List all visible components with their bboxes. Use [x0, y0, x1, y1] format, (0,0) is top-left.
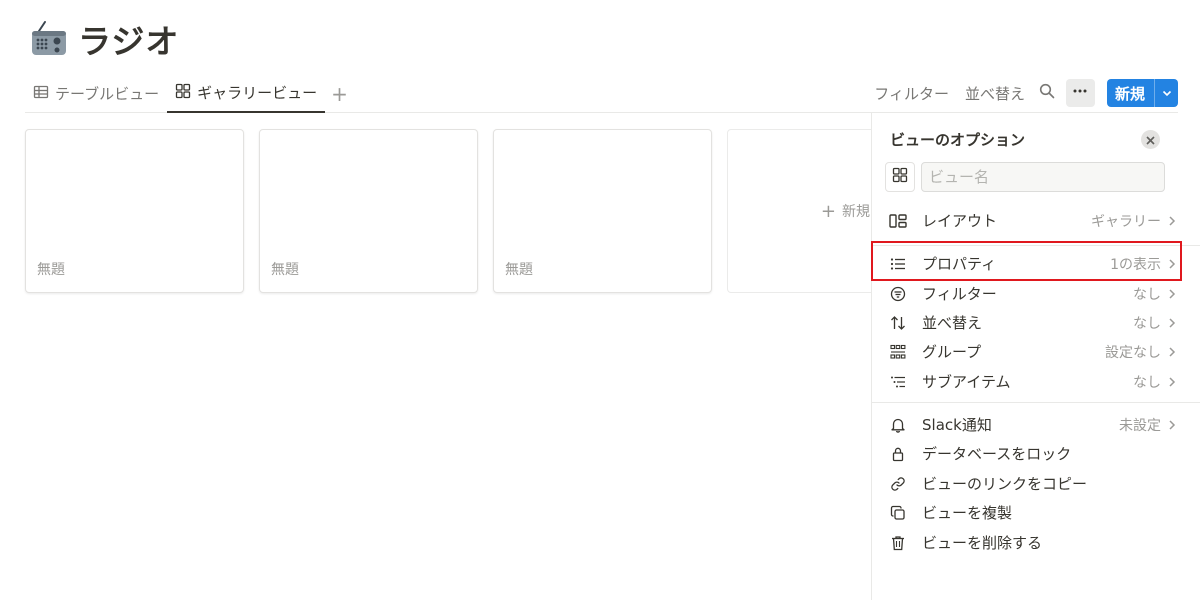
option-label: レイアウト: [922, 212, 998, 230]
option-label: 並べ替え: [922, 314, 983, 332]
card-title: 無題: [271, 262, 299, 278]
trash-icon: [887, 532, 909, 554]
option-group[interactable]: グループ 設定なし: [885, 337, 1177, 366]
filter-button[interactable]: フィルター: [867, 79, 956, 107]
option-value: なし: [1133, 315, 1161, 332]
gallery: 無題 無題 無題 + 新規: [25, 129, 887, 293]
tab-label: ギャラリービュー: [197, 84, 318, 102]
plus-icon: +: [820, 200, 836, 222]
option-filter[interactable]: フィルター なし: [885, 279, 1177, 308]
group-icon: [887, 341, 909, 363]
gallery-icon: [892, 167, 908, 187]
option-value: 未設定: [1119, 417, 1161, 434]
view-bar: テーブルビュー ギャラリービュー + フィルター 並べ替え 新規: [25, 74, 1178, 113]
search-icon: [1039, 83, 1055, 103]
gallery-card[interactable]: 無題: [493, 129, 712, 293]
filter-icon: [887, 283, 909, 305]
lock-database-button[interactable]: データベースをロック: [885, 439, 1177, 468]
option-label: データベースをロック: [922, 445, 1072, 463]
chevron-right-icon: [1167, 346, 1177, 358]
sort-icon: [887, 312, 909, 334]
option-sort[interactable]: 並べ替え なし: [885, 308, 1177, 337]
chevron-right-icon: [1167, 215, 1177, 227]
option-label: ビューを削除する: [922, 534, 1043, 552]
chevron-right-icon: [1167, 258, 1177, 270]
subitem-icon: [887, 371, 909, 393]
duplicate-icon: [887, 502, 909, 524]
tab-gallery-view[interactable]: ギャラリービュー: [167, 74, 326, 113]
sort-button[interactable]: 並べ替え: [958, 79, 1032, 107]
tab-label: テーブルビュー: [55, 85, 160, 103]
duplicate-view-button[interactable]: ビューを複製: [885, 498, 1177, 527]
new-button-group: 新規: [1106, 79, 1178, 107]
link-icon: [887, 473, 909, 495]
page-title: ラジオ: [78, 22, 180, 61]
option-value: 設定なし: [1105, 344, 1161, 361]
option-slack-notification[interactable]: Slack通知 未設定: [885, 410, 1177, 439]
chevron-right-icon: [1167, 317, 1177, 329]
view-actions: フィルター 並べ替え 新規: [867, 78, 1178, 108]
bell-icon: [887, 414, 909, 436]
gallery-card[interactable]: 無題: [259, 129, 478, 293]
table-icon: [33, 84, 49, 104]
option-label: ビューを複製: [922, 504, 1013, 522]
card-title: 無題: [37, 262, 65, 278]
option-label: サブアイテム: [922, 373, 1011, 391]
chevron-down-icon: [1161, 84, 1173, 103]
search-button[interactable]: [1034, 79, 1060, 107]
copy-view-link-button[interactable]: ビューのリンクをコピー: [885, 469, 1177, 498]
option-label: グループ: [922, 343, 982, 361]
radio-icon[interactable]: [28, 18, 70, 60]
chevron-right-icon: [1167, 288, 1177, 300]
panel-title: ビューのオプション: [890, 131, 1026, 149]
layout-icon: [887, 210, 909, 232]
divider: [872, 245, 1200, 246]
option-subitems[interactable]: サブアイテム なし: [885, 367, 1177, 396]
page-header: ラジオ: [28, 16, 179, 62]
plus-icon: +: [331, 81, 348, 106]
close-button[interactable]: [1141, 130, 1160, 149]
option-label: Slack通知: [922, 416, 992, 434]
new-dropdown-button[interactable]: [1154, 79, 1178, 107]
chevron-right-icon: [1167, 376, 1177, 388]
new-button[interactable]: 新規: [1107, 79, 1154, 107]
ellipsis-icon: [1072, 83, 1088, 103]
card-title: 無題: [505, 262, 533, 278]
gallery-icon: [175, 83, 191, 103]
option-label: フィルター: [922, 285, 997, 303]
list-icon: [887, 253, 909, 275]
tab-table-view[interactable]: テーブルビュー: [25, 74, 167, 113]
new-card-label: 新規: [842, 204, 870, 220]
option-properties[interactable]: プロパティ 1の表示: [885, 249, 1177, 278]
view-options-panel: ビューのオプション レイアウト ギャラリー プロパティ 1の表示: [871, 113, 1200, 600]
divider: [872, 402, 1200, 403]
view-tabs: テーブルビュー ギャラリービュー +: [25, 74, 354, 113]
delete-view-button[interactable]: ビューを削除する: [885, 528, 1177, 557]
option-value: 1の表示: [1110, 256, 1161, 273]
more-options-button[interactable]: [1065, 79, 1095, 107]
option-label: ビューのリンクをコピー: [922, 475, 1088, 493]
add-view-button[interactable]: +: [325, 74, 354, 113]
option-value: なし: [1133, 286, 1161, 303]
chevron-right-icon: [1167, 419, 1177, 431]
option-value: なし: [1133, 374, 1161, 391]
option-value: ギャラリー: [1091, 213, 1161, 230]
gallery-card[interactable]: 無題: [25, 129, 244, 293]
option-layout[interactable]: レイアウト ギャラリー: [885, 206, 1177, 235]
close-icon: [1146, 130, 1155, 149]
view-name-row: [885, 162, 1165, 192]
view-name-input[interactable]: [921, 162, 1165, 192]
lock-icon: [887, 443, 909, 465]
new-card-button[interactable]: + 新規: [727, 129, 887, 293]
view-icon-button[interactable]: [885, 162, 915, 192]
option-label: プロパティ: [922, 255, 997, 273]
